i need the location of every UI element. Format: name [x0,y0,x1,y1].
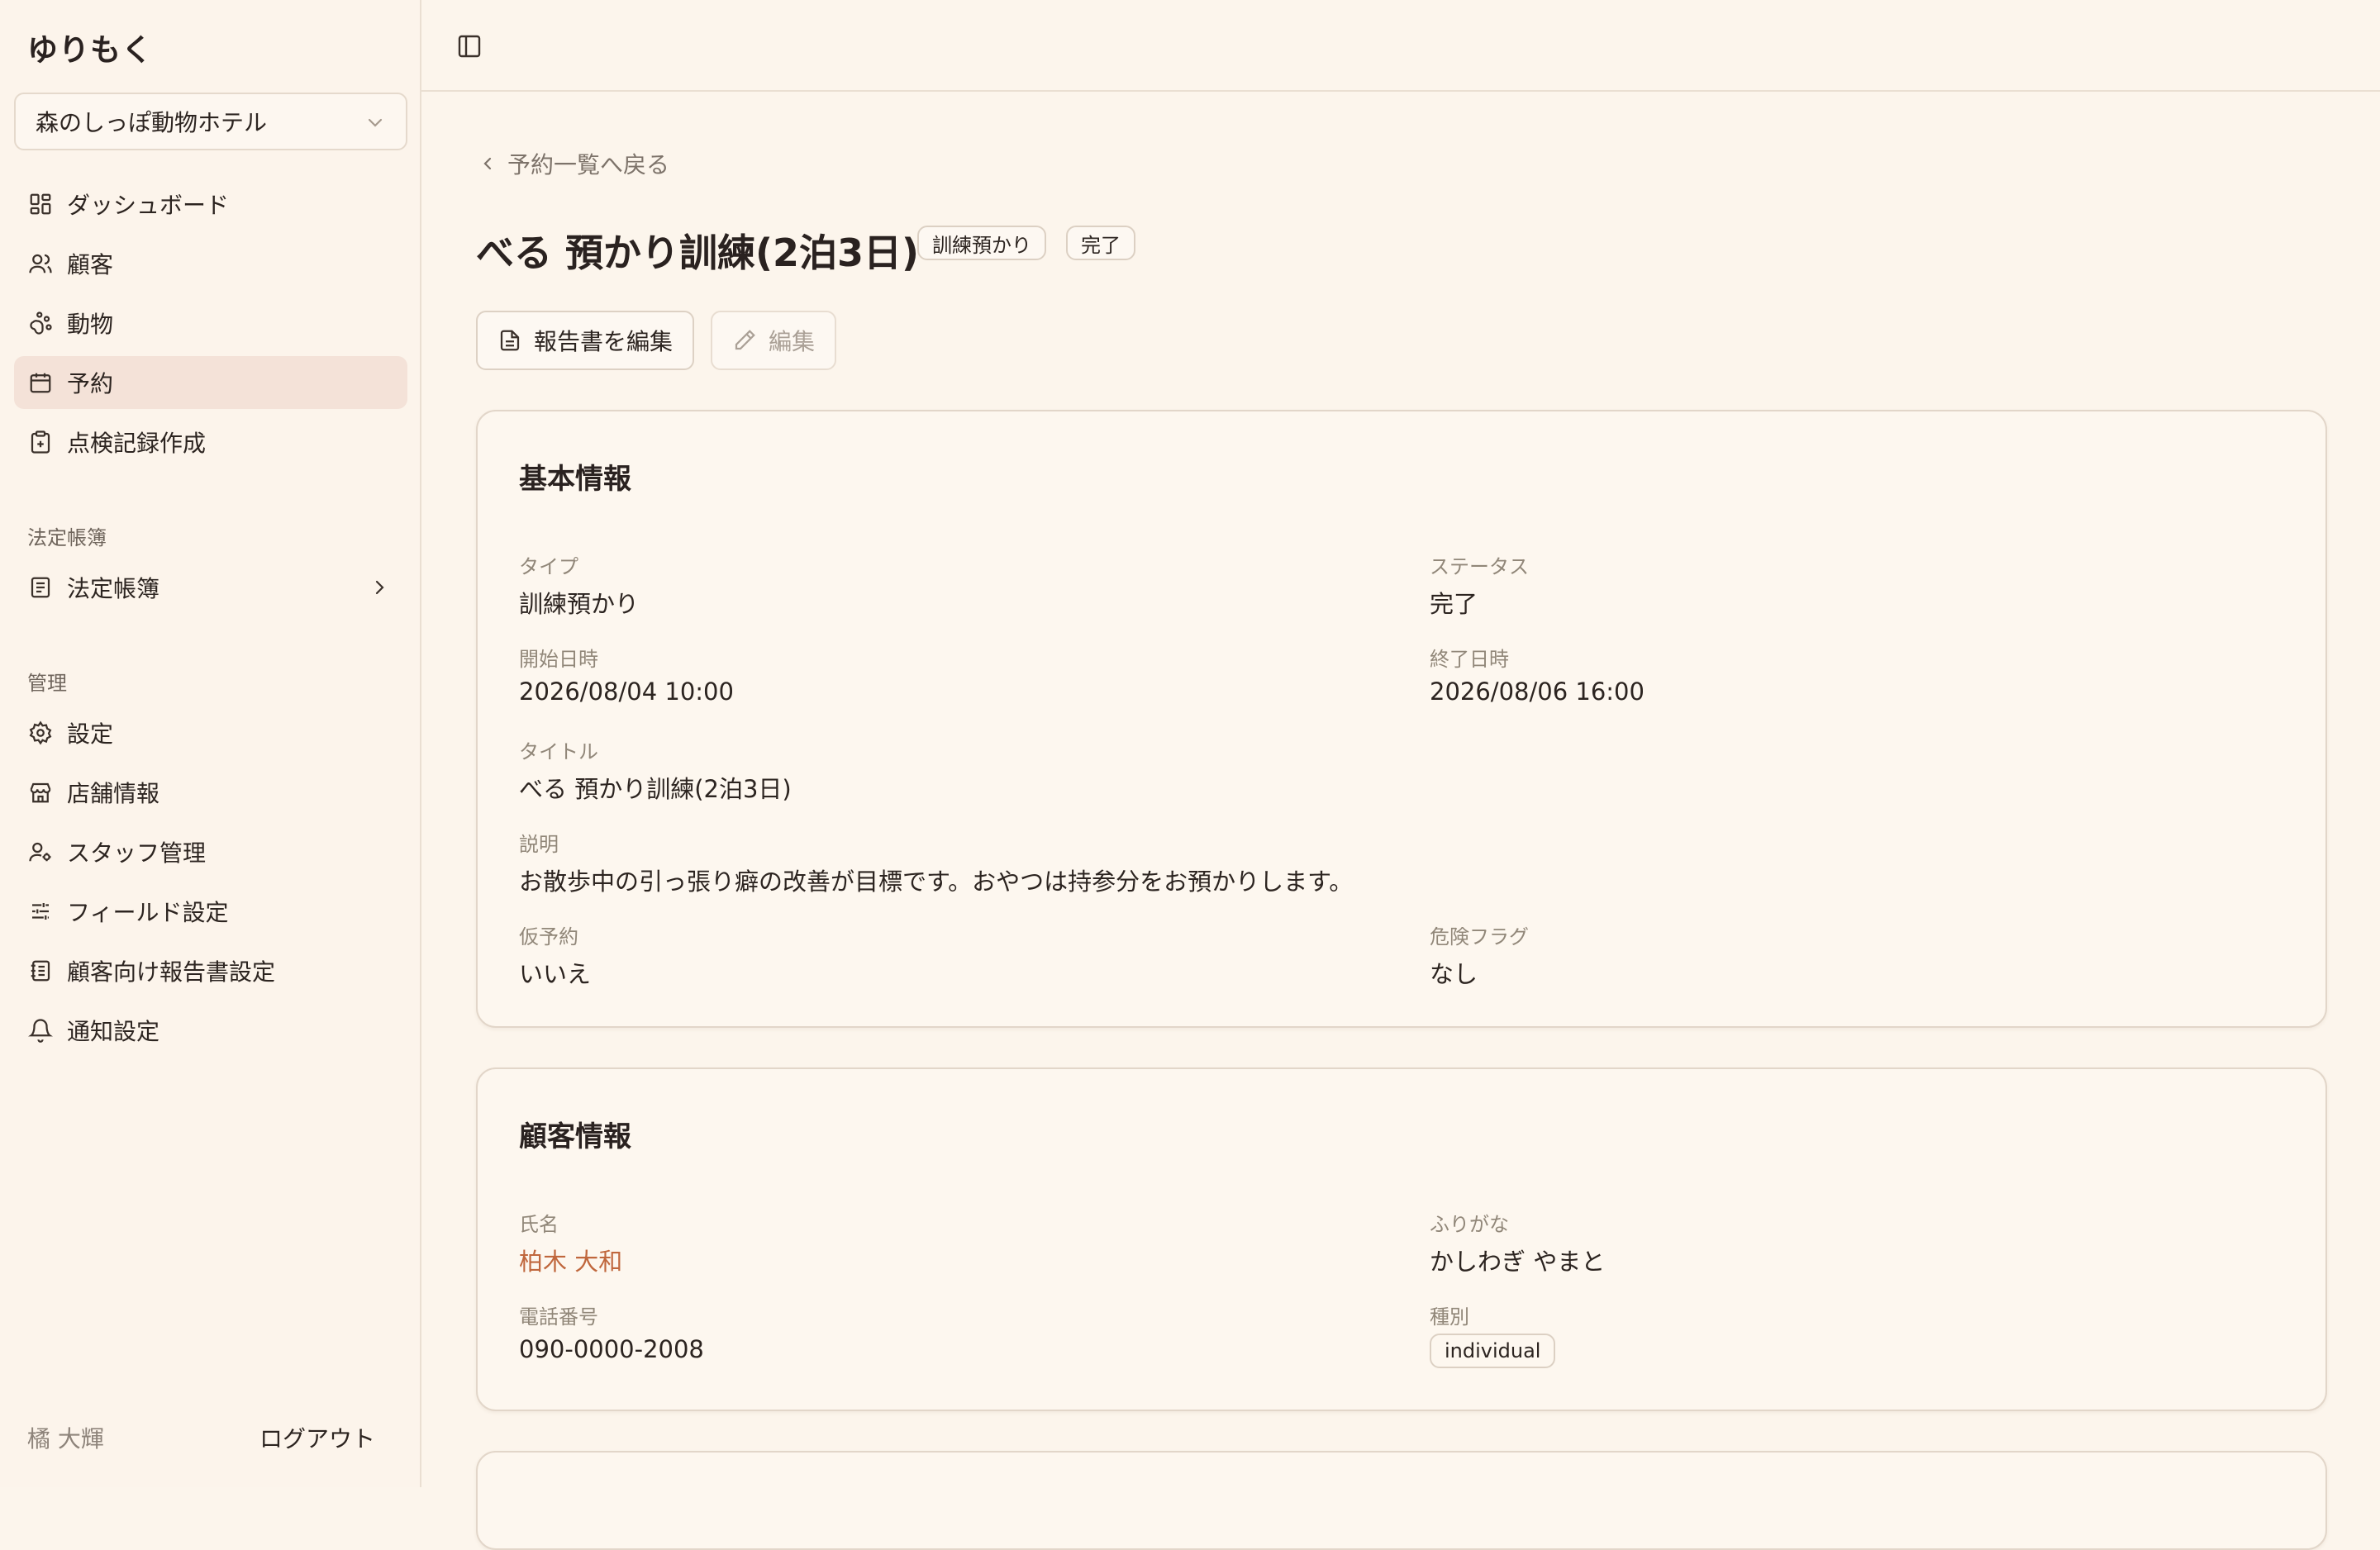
end-value: 2026/08/06 16:00 [1430,678,1645,706]
section-label-ledger: 法定帳簿 [27,526,107,549]
nav-item-field-settings[interactable]: フィールド設定 [14,885,407,938]
app-logo: ゆりもく [27,32,153,68]
dashboard-icon [27,191,54,217]
topbar [421,0,2380,92]
nav-item-label: 法定帳簿 [67,575,160,602]
nav-item-customers[interactable]: 顧客 [14,237,407,290]
end-label: 終了日時 [1430,648,1509,671]
edit-report-label: 報告書を編集 [534,328,674,355]
description-value: お散歩中の引っ張り癖の改善が目標です。おやつは持参分をお預かりします。 [519,868,1354,896]
kind-chip: individual [1430,1334,1556,1368]
users-icon [27,250,54,277]
nav-item-label: 顧客 [67,251,114,278]
paw-icon [27,310,54,336]
danger-label: 危険フラグ [1430,925,1529,949]
nav-item-animals[interactable]: 動物 [14,297,407,349]
clipboard-plus-icon [27,429,54,455]
type-badge: 訓練預かり [917,226,1046,260]
type-label: タイプ [519,555,578,578]
back-link-label: 予約一覧へ戻る [507,151,670,178]
current-user: 橘 大輝 [27,1425,104,1453]
nav-item-label: 点検記録作成 [67,430,207,457]
status-label: ステータス [1430,555,1529,578]
nav-item-inspection[interactable]: 点検記録作成 [14,416,407,468]
chevron-left-icon [483,157,492,170]
start-value: 2026/08/04 10:00 [519,678,734,706]
section-label-admin: 管理 [27,672,67,695]
nav-item-report-settings[interactable]: 顧客向け報告書設定 [14,944,407,997]
sidebar: ゆりもく 森のしっぽ動物ホテル ダッシュボード 顧客 動物 予約 点検記録作成 … [0,0,421,1487]
next-card [476,1451,2327,1550]
nav-item-label: 顧客向け報告書設定 [67,958,276,986]
customer-name-link[interactable]: 柏木 大和 [519,1243,622,1277]
tentative-value: いいえ [519,960,592,988]
kind-label: 種別 [1430,1305,1469,1329]
start-label: 開始日時 [519,648,598,671]
nav-item-label: 設定 [67,720,114,748]
book-icon [27,574,54,601]
sidebar-toggle-icon[interactable] [456,33,483,59]
edit-report-button[interactable]: 報告書を編集 [476,311,695,370]
card-title: 顧客情報 [519,1120,631,1153]
shop-selector[interactable]: 森のしっぽ動物ホテル [14,93,407,150]
nav-item-label: 予約 [67,370,114,397]
chevron-right-icon [375,580,384,595]
chevron-down-icon [368,118,383,127]
description-label: 説明 [519,833,559,856]
edit-label: 編集 [769,328,816,355]
back-link[interactable]: 予約一覧へ戻る [479,147,669,180]
status-badge: 完了 [1066,226,1135,260]
tentative-label: 仮予約 [519,925,578,949]
bell-icon [27,1017,54,1044]
pencil-icon [735,330,755,350]
page-title: べる 預かり訓練(2泊3日) [476,231,920,275]
customer-info-card: 顧客情報 氏名 柏木 大和 ふりがな かしわぎ やまと 電話番号 090-000… [476,1067,2327,1411]
nav-item-label: 店舗情報 [67,780,160,807]
nav-item-reservations[interactable]: 予約 [14,356,407,409]
nav-item-label: ダッシュボード [67,192,230,219]
card-title: 基本情報 [519,463,631,496]
phone-value: 090-0000-2008 [519,1335,704,1363]
calendar-icon [27,369,54,396]
title-value: べる 預かり訓練(2泊3日) [519,775,792,803]
document-icon [500,330,520,351]
store-icon [27,779,54,806]
kana-label: ふりがな [1430,1213,1509,1236]
nav-item-label: 通知設定 [67,1018,160,1045]
kana-value: かしわぎ やまと [1430,1248,1606,1276]
sliders-icon [27,898,54,925]
title-label: タイトル [519,740,598,763]
nav-item-label: スタッフ管理 [67,839,207,867]
edit-button[interactable]: 編集 [711,311,837,370]
nav-item-store-info[interactable]: 店舗情報 [14,766,407,819]
basic-info-card: 基本情報 タイプ 訓練預かり ステータス 完了 開始日時 2026/08/04 … [476,410,2327,1028]
gear-icon [27,720,54,746]
danger-value: なし [1430,960,1478,988]
logout-button[interactable]: ログアウト [259,1421,375,1454]
nav-item-staff[interactable]: スタッフ管理 [14,825,407,878]
phone-label: 電話番号 [519,1305,598,1329]
user-cog-icon [27,839,54,865]
nav-item-label: フィールド設定 [67,899,229,926]
report-icon [27,958,54,984]
type-value: 訓練預かり [519,590,640,618]
name-label: 氏名 [519,1213,559,1236]
nav-item-ledger[interactable]: 法定帳簿 [14,561,407,614]
nav-item-label: 動物 [67,311,114,338]
shop-selector-value: 森のしっぽ動物ホテル [36,109,268,136]
nav-item-settings[interactable]: 設定 [14,706,407,759]
nav-item-dashboard[interactable]: ダッシュボード [14,178,407,231]
status-value: 完了 [1430,590,1478,618]
nav-item-notifications[interactable]: 通知設定 [14,1004,407,1057]
